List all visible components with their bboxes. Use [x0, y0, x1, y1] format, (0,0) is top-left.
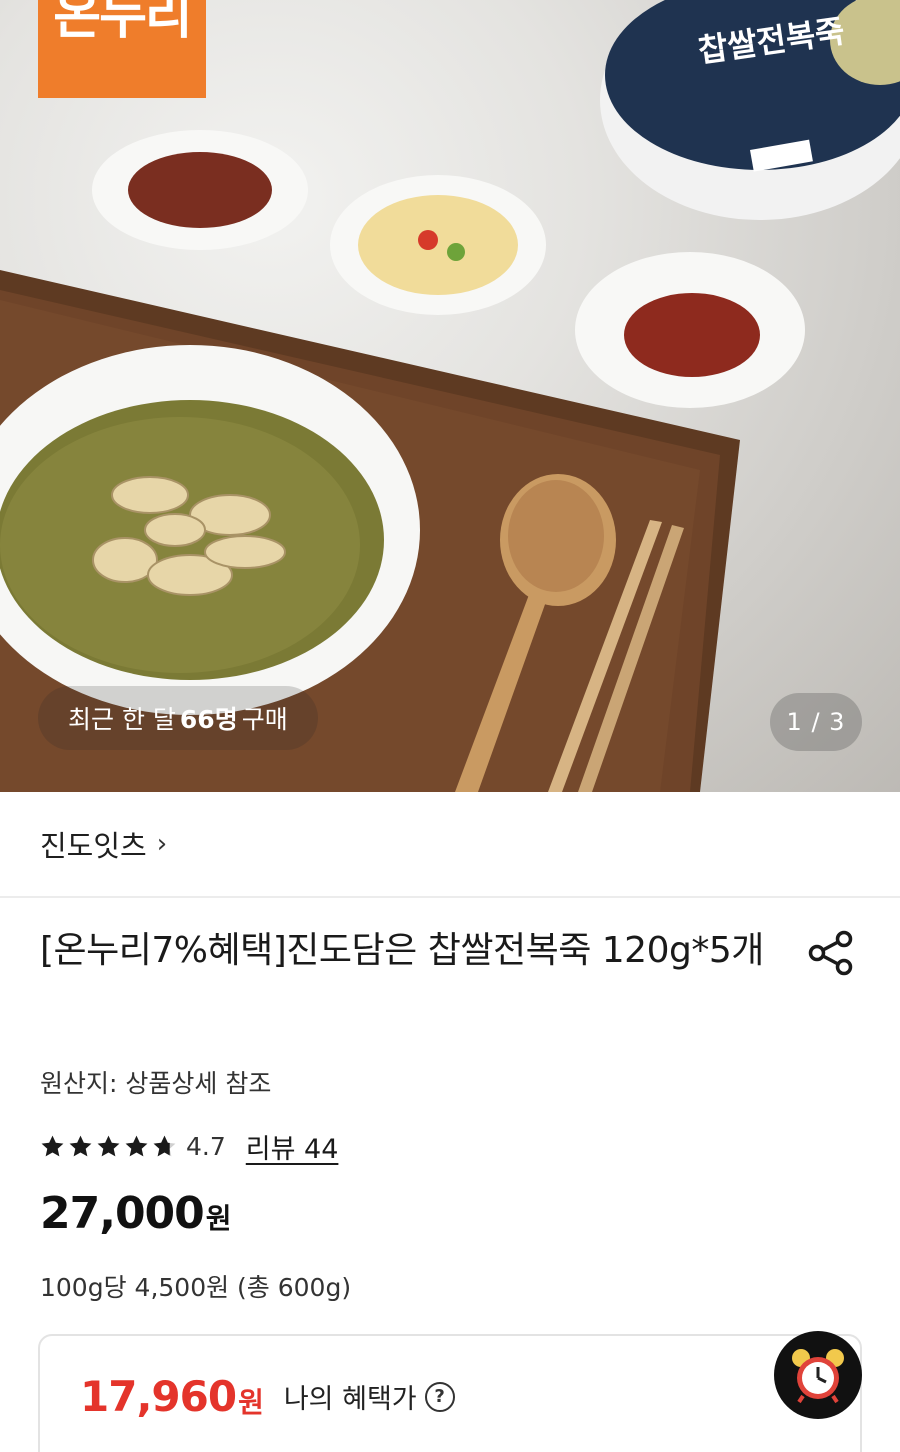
purchase-prefix: 최근 한 달	[68, 705, 176, 734]
benefit-label: 나의 혜택가	[283, 1384, 417, 1415]
store-name: 진도잇츠	[40, 829, 147, 863]
share-icon	[808, 930, 853, 976]
price-value: 27,000	[40, 1188, 205, 1239]
image-counter: 1 / 3	[770, 693, 862, 751]
purchase-suffix: 구매	[241, 705, 288, 734]
product-image-carousel[interactable]: 찹쌀전복죽 온누리 최근 한 달 66명 구매 1 / 3	[0, 0, 900, 792]
alarm-clock-icon	[792, 1349, 844, 1404]
rating-row: 4.7 리뷰 44	[40, 1126, 338, 1166]
star-icon	[41, 1135, 64, 1156]
origin-info: 원산지: 상품상세 참조	[40, 1069, 272, 1098]
share-button[interactable]	[806, 930, 856, 976]
star-rating	[40, 1134, 180, 1159]
store-link[interactable]: 진도잇츠 ›	[0, 792, 900, 898]
purchase-count: 66명	[179, 705, 238, 734]
original-price: 27,000 원	[40, 1188, 232, 1239]
star-icon	[69, 1135, 92, 1156]
question-circle-icon[interactable]: ?	[424, 1381, 455, 1412]
benefit-price-box[interactable]: 17,960 원 나의 혜택가 ?	[38, 1334, 862, 1452]
unit-price: 100g당 4,500원 (총 600g)	[40, 1273, 352, 1302]
star-icon	[97, 1135, 120, 1156]
benefit-price: 17,960	[80, 1372, 237, 1421]
product-title: [온누리7%혜택]진도담은 찹쌀전복죽 120g*5개	[40, 930, 764, 971]
benefit-content: 17,960 원 나의 혜택가 ?	[80, 1372, 455, 1421]
brand-logo: 온누리	[38, 0, 206, 98]
brand-logo-text: 온누리	[53, 0, 193, 46]
review-link[interactable]: 리뷰 44	[246, 1127, 339, 1166]
star-icon	[125, 1135, 148, 1156]
recent-purchase-badge: 최근 한 달 66명 구매	[38, 686, 318, 750]
alarm-button[interactable]	[774, 1331, 862, 1419]
price-unit: 원	[205, 1202, 232, 1235]
chevron-right-icon: ›	[156, 829, 168, 859]
rating-value: 4.7	[186, 1131, 226, 1161]
benefit-unit: 원	[238, 1385, 264, 1419]
product-photo: 찹쌀전복죽	[0, 0, 900, 792]
star-icon	[153, 1135, 176, 1156]
